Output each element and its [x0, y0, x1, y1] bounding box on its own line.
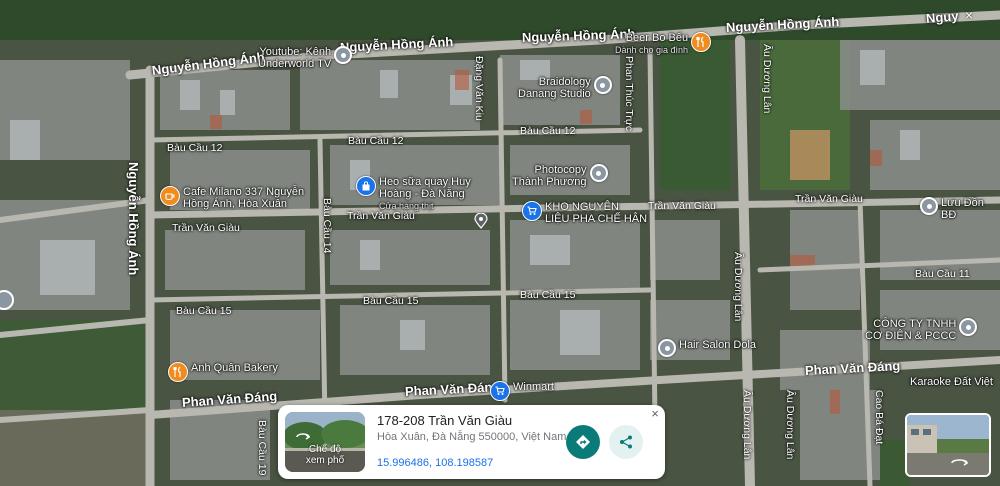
street-label-bau-cau-12: Bàu Cầu 12	[348, 135, 404, 147]
poi-hair-salon-dola[interactable]: Hair Salon Dola	[658, 339, 756, 357]
street-label-nguyen-hong-anh: Nguy	[925, 8, 960, 26]
map-pin-icon	[959, 318, 978, 336]
street-label-cao-ba-dat: Cao Bá Đạt	[873, 390, 885, 445]
street-label-bau-cau-15: Bàu Cầu 15	[520, 289, 576, 301]
street-label-tran-van-giau: Trần Văn Giàu	[648, 200, 716, 212]
street-label-nguyen-hong-anh-vertical: Nguyễn Hồng Ánh	[126, 162, 141, 276]
street-label-dang-van-kieu: Đặng Văn Kiu	[473, 56, 485, 121]
poi-label: Lưu Đồn BĐ	[941, 197, 984, 221]
close-icon[interactable]: ×	[961, 7, 977, 23]
place-region: Hòa Xuân, Đà Nẵng 550000, Việt Nam	[377, 431, 567, 443]
street-label-tran-van-giau: Trần Văn Giàu	[795, 193, 863, 205]
street-label-au-duong-lan: Âu Dương Lân	[732, 252, 744, 322]
street-label-bau-cau-15: Bàu Cầu 15	[176, 305, 232, 317]
poi-beer-bo-beu[interactable]: Beer Bo Bếu Dành cho gia đình	[615, 32, 712, 56]
poi-label: Beer Bo Bếu Dành cho gia đình	[615, 32, 689, 55]
poi-label: CÔNG TY TNHH CƠ ĐIỆN & PCCC	[865, 318, 957, 342]
share-icon	[620, 435, 632, 449]
poi-photocopy-thanh-phuong[interactable]: Photocopy Thành Phương	[512, 164, 608, 188]
poi-youtube-underworld-tv[interactable]: Youtube: Kênh Underworld TV	[258, 46, 353, 70]
poi-karaoke-dat-viet[interactable]: Karaoke Đất Việt	[910, 376, 993, 388]
poi-label: Braidology Danang Studio	[518, 76, 591, 100]
street-label-bau-cau-19: Bàu Cầu 19	[256, 420, 268, 476]
place-address: 178-208 Trần Văn Giàu	[377, 413, 513, 428]
poi-label: Youtube: Kênh Underworld TV	[258, 46, 332, 70]
shopping-cart-icon	[490, 381, 510, 401]
street-label-tran-van-giau: Trần Văn Giàu	[172, 222, 240, 234]
poi-heo-sua-huy-hoang[interactable]: Heo sữa quay Huy Hoàng - Đà Nẵng Cửa hàng…	[356, 176, 471, 212]
street-view-preview[interactable]	[905, 413, 991, 477]
street-label-bau-cau-12: Bàu Cầu 12	[520, 125, 576, 137]
poi-label: Winmart	[513, 381, 554, 393]
street-label-au-duong-lan: Âu Dương Lân	[741, 390, 753, 460]
cafe-icon	[160, 186, 180, 206]
shopping-bag-icon	[356, 176, 376, 196]
poi-label: Hair Salon Dola	[679, 339, 757, 351]
street-label-bau-cau-14: Bàu Cầu 14	[321, 198, 333, 254]
map-pin-icon	[334, 46, 353, 64]
poi-label: Cafe Milano 337 Nguyễn Hồng Ánh, Hòa Xuâ…	[183, 186, 305, 210]
poi-label: Karaoke Đất Việt	[910, 376, 993, 388]
place-coordinates[interactable]: 15.996486, 108.198587	[377, 457, 493, 469]
poi-label: KHO NGUYÊN LIỆU PHA CHẾ HÂN	[545, 201, 648, 225]
street-view-thumbnail[interactable]: Chế độ xem phố	[285, 412, 365, 472]
street-label-au-duong-lan: Âu Dương Lân	[761, 44, 773, 114]
map-pin-icon	[920, 197, 938, 215]
poi-cong-ty-co-dien-pccc[interactable]: CÔNG TY TNHH CƠ ĐIỆN & PCCC	[865, 318, 978, 342]
street-label-bau-cau-12: Bàu Cầu 12	[167, 142, 223, 154]
shopping-cart-icon	[522, 201, 542, 221]
map-pin-icon	[589, 164, 608, 182]
poi-label: Photocopy Thành Phương	[512, 164, 587, 188]
poi-braidology[interactable]: Braidology Danang Studio	[518, 76, 612, 100]
directions-icon	[576, 435, 590, 449]
restaurant-icon	[168, 362, 188, 382]
close-card-button[interactable]: ×	[648, 407, 662, 421]
poi-label: Heo sữa quay Huy Hoàng - Đà Nẵng Cửa hàng…	[379, 176, 471, 211]
street-label-bau-cau-11: Bàu Cầu 11	[915, 268, 970, 280]
poi-cafe-milano[interactable]: Cafe Milano 337 Nguyễn Hồng Ánh, Hòa Xuâ…	[160, 186, 304, 210]
street-label-phan-thuc-truc: Phan Thúc Trực	[623, 56, 635, 132]
street-view-label: Chế độ xem phố	[305, 444, 345, 466]
restaurant-icon	[691, 32, 712, 52]
poi-anh-quan-bakery[interactable]: Anh Quân Bakery	[168, 362, 278, 382]
map-pin-icon	[658, 339, 676, 357]
street-label-bau-cau-15: Bàu Cầu 15	[363, 295, 419, 307]
place-info-card[interactable]: Chế độ xem phố 178-208 Trần Văn Giàu Hòa…	[278, 405, 665, 479]
share-button[interactable]	[609, 425, 643, 459]
poi-luu-don[interactable]: Lưu Đồn BĐ	[920, 197, 1000, 221]
poi-label: Anh Quân Bakery	[191, 362, 278, 374]
poi-kho-nguyen-lieu[interactable]: KHO NGUYÊN LIỆU PHA CHẾ HÂN	[522, 201, 647, 225]
dropped-pin-icon[interactable]	[474, 212, 488, 229]
directions-button[interactable]	[566, 425, 600, 459]
map-pin-icon	[593, 76, 612, 94]
street-label-au-duong-lan: Âu Dương Lân	[784, 390, 796, 460]
poi-winmart[interactable]: Winmart	[490, 381, 554, 401]
